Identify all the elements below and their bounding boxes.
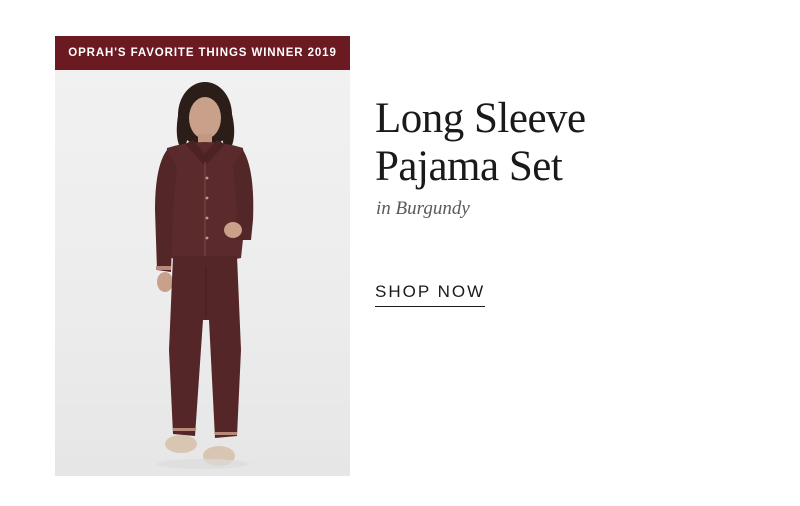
award-banner: OPRAH'S FAVORITE THINGS WINNER 2019 <box>55 36 350 70</box>
product-title-line1: Long Sleeve <box>375 95 586 142</box>
shop-now-link[interactable]: SHOP NOW <box>375 282 486 307</box>
product-color-label: in Burgundy <box>376 198 470 219</box>
model-illustration <box>155 82 254 469</box>
product-photo[interactable] <box>55 70 350 476</box>
award-banner-text: OPRAH'S FAVORITE THINGS WINNER 2019 <box>68 47 337 59</box>
product-title-line2: Pajama Set <box>375 143 563 190</box>
product-title: Long Sleeve Pajama Set <box>375 95 775 191</box>
